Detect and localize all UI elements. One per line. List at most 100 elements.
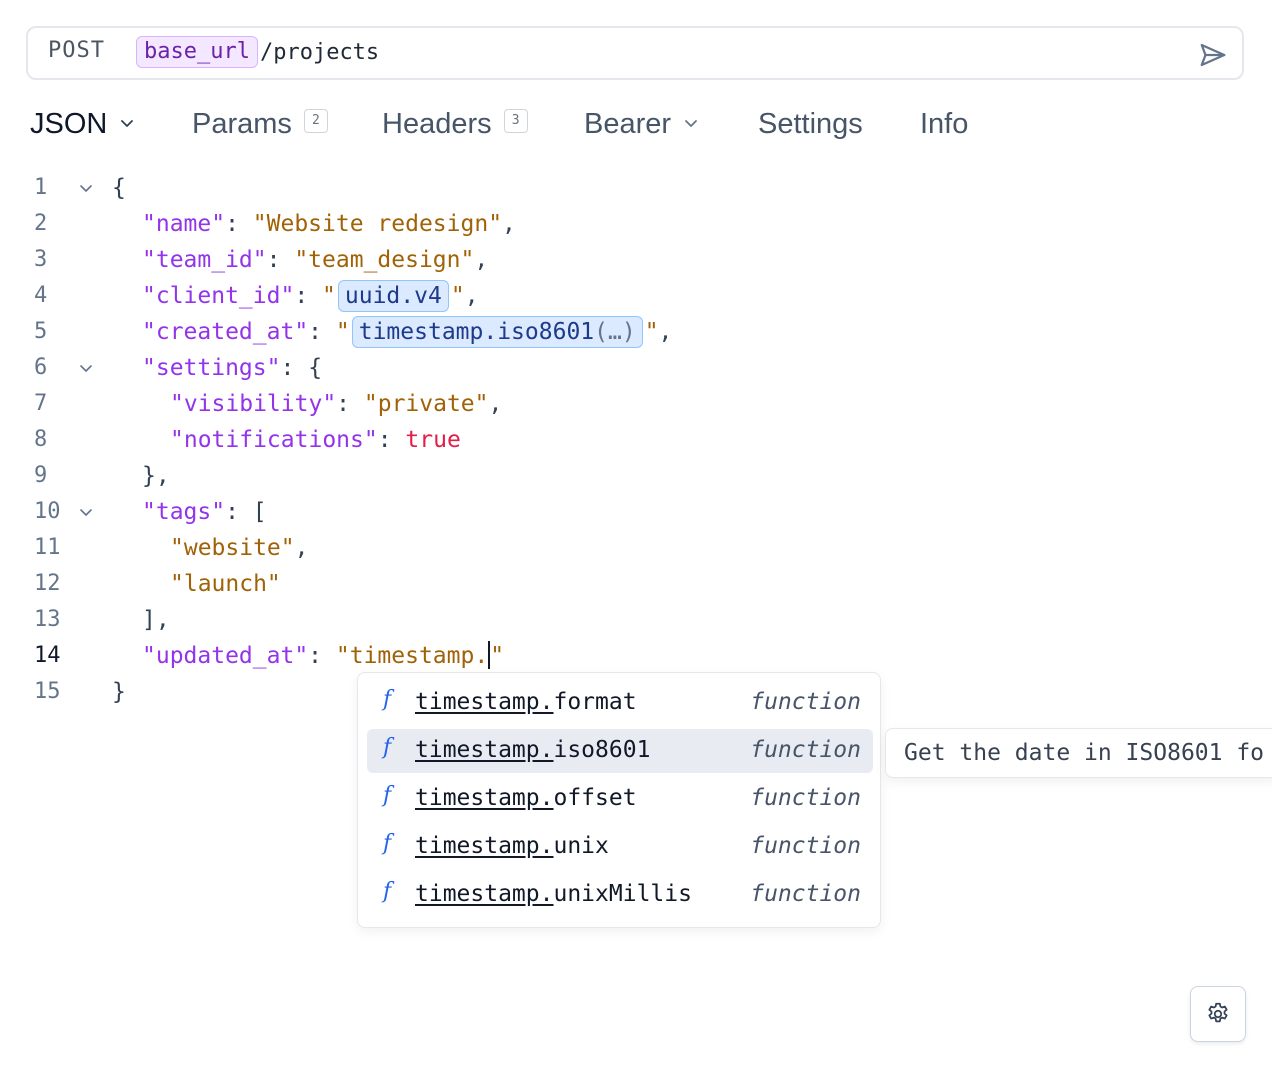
line-number: 1: [34, 175, 48, 200]
autocomplete-label: timestamp.unixMillis: [415, 881, 692, 907]
json-string: "team_design": [294, 247, 475, 273]
code-text: "tags": [: [142, 499, 267, 525]
autocomplete-item[interactable]: f timestamp.offset function: [367, 777, 873, 821]
url-path: /projects: [259, 39, 380, 65]
code-line: 4 "client_id": " uuid.v4 ",: [0, 278, 1272, 314]
chevron-down-icon: [685, 119, 697, 127]
line-number: 10: [34, 499, 61, 524]
code-text: "visibility": "private",: [170, 391, 503, 417]
autocomplete-label: timestamp.iso8601: [415, 737, 651, 763]
code-text: "notifications": true: [170, 427, 461, 453]
function-icon: f: [383, 687, 392, 712]
url-variable-chip[interactable]: base_url: [136, 36, 258, 68]
code-line: 7 "visibility": "private",: [0, 386, 1272, 422]
line-number: 6: [34, 355, 48, 380]
tab-json[interactable]: JSON: [30, 108, 135, 141]
code-text: "client_id": " uuid.v4 ",: [142, 278, 479, 314]
code-line: 2 "name": "Website redesign",: [0, 206, 1272, 242]
json-key: "team_id": [142, 247, 267, 273]
http-method[interactable]: POST: [48, 38, 105, 63]
code-text: "name": "Website redesign",: [142, 211, 516, 237]
template-function-chip[interactable]: uuid.v4: [337, 280, 449, 312]
url-bar: POST base_url /projects: [26, 26, 1244, 80]
settings-button[interactable]: [1190, 986, 1246, 1042]
chevron-down-icon[interactable]: [78, 180, 94, 196]
send-icon[interactable]: [1198, 40, 1228, 70]
line-number: 14: [34, 643, 61, 668]
json-key: "created_at": [142, 319, 309, 345]
autocomplete-item-selected[interactable]: f timestamp.iso8601 function: [367, 729, 873, 773]
code-line: 9 },: [0, 458, 1272, 494]
code-text: "website",: [170, 535, 309, 561]
code-line: 6 "settings": {: [0, 350, 1272, 386]
autocomplete-dropdown: f timestamp.format function f timestamp.…: [357, 672, 881, 928]
autocomplete-item[interactable]: f timestamp.unix function: [367, 825, 873, 869]
line-number: 8: [34, 427, 48, 452]
autocomplete-item[interactable]: f timestamp.format function: [367, 681, 873, 725]
code-line: 12 "launch": [0, 566, 1272, 602]
doc-text: Get the date in ISO8601 fo: [904, 740, 1265, 766]
url-input[interactable]: base_url /projects: [136, 36, 379, 68]
line-number: 3: [34, 247, 48, 272]
code-text: ],: [142, 607, 170, 633]
autocomplete-kind: function: [750, 881, 861, 907]
headers-count-badge: 3: [503, 108, 528, 133]
json-key: "visibility": [170, 391, 337, 417]
code-text: "launch": [170, 566, 281, 602]
line-number: 7: [34, 391, 48, 416]
code-text: },: [142, 463, 170, 489]
line-number: 11: [34, 535, 61, 560]
autocomplete-label: timestamp.format: [415, 689, 637, 715]
code-line: 8 "notifications": true: [0, 422, 1272, 458]
tab-settings[interactable]: Settings: [758, 108, 863, 141]
tab-headers[interactable]: Headers 3: [382, 108, 528, 141]
autocomplete-doc-tooltip: Get the date in ISO8601 fo: [885, 728, 1272, 778]
line-number: 12: [34, 571, 61, 596]
json-string: "website": [170, 535, 295, 561]
tab-info-label: Info: [920, 108, 969, 140]
autocomplete-kind: function: [750, 833, 861, 859]
json-string: "Website redesign": [252, 211, 503, 237]
chevron-down-icon: [121, 119, 134, 127]
line-number: 2: [34, 211, 48, 236]
autocomplete-kind: function: [750, 689, 861, 715]
tab-params-label: Params: [192, 108, 292, 140]
code-line-current: 14 "updated_at": "timestamp.": [0, 638, 1272, 674]
line-number: 15: [34, 679, 61, 704]
code-text: "settings": {: [142, 355, 323, 381]
json-key: "name": [142, 211, 226, 237]
tab-headers-label: Headers: [382, 108, 492, 140]
code-line: 13 ],: [0, 602, 1272, 638]
text-caret: [488, 640, 491, 669]
autocomplete-item[interactable]: f timestamp.unixMillis function: [367, 873, 873, 917]
function-icon: f: [383, 879, 392, 904]
function-icon: f: [383, 831, 392, 856]
json-key: "tags": [142, 499, 226, 525]
tab-info[interactable]: Info: [920, 108, 968, 141]
code-text: "updated_at": "timestamp.": [142, 638, 504, 674]
code-text: "team_id": "team_design",: [142, 247, 489, 273]
gear-icon: [1208, 1002, 1228, 1023]
code-line: 10 "tags": [: [0, 494, 1272, 530]
code-line: 1 {: [0, 170, 1272, 206]
tab-bearer[interactable]: Bearer: [584, 108, 699, 141]
json-key: "client_id": [142, 283, 295, 309]
template-function-chip[interactable]: timestamp.iso8601(…): [351, 316, 643, 348]
code-line: 5 "created_at": " timestamp.iso8601(…) ",: [0, 314, 1272, 350]
json-string: "private": [363, 391, 489, 417]
chevron-down-icon[interactable]: [78, 360, 94, 376]
line-number: 13: [34, 607, 61, 632]
chevron-down-icon[interactable]: [78, 504, 94, 520]
code-text: }: [112, 679, 126, 705]
json-key: "settings": [142, 355, 281, 381]
json-string: "launch": [170, 571, 281, 597]
tab-params[interactable]: Params 2: [192, 108, 328, 141]
line-number: 5: [34, 319, 48, 344]
line-number: 4: [34, 283, 48, 308]
autocomplete-label: timestamp.unix: [415, 833, 609, 859]
json-key: "notifications": [170, 427, 378, 453]
code-line: 3 "team_id": "team_design",: [0, 242, 1272, 278]
autocomplete-kind: function: [750, 737, 861, 763]
tab-bearer-label: Bearer: [584, 108, 672, 140]
autocomplete-label: timestamp.offset: [415, 785, 637, 811]
